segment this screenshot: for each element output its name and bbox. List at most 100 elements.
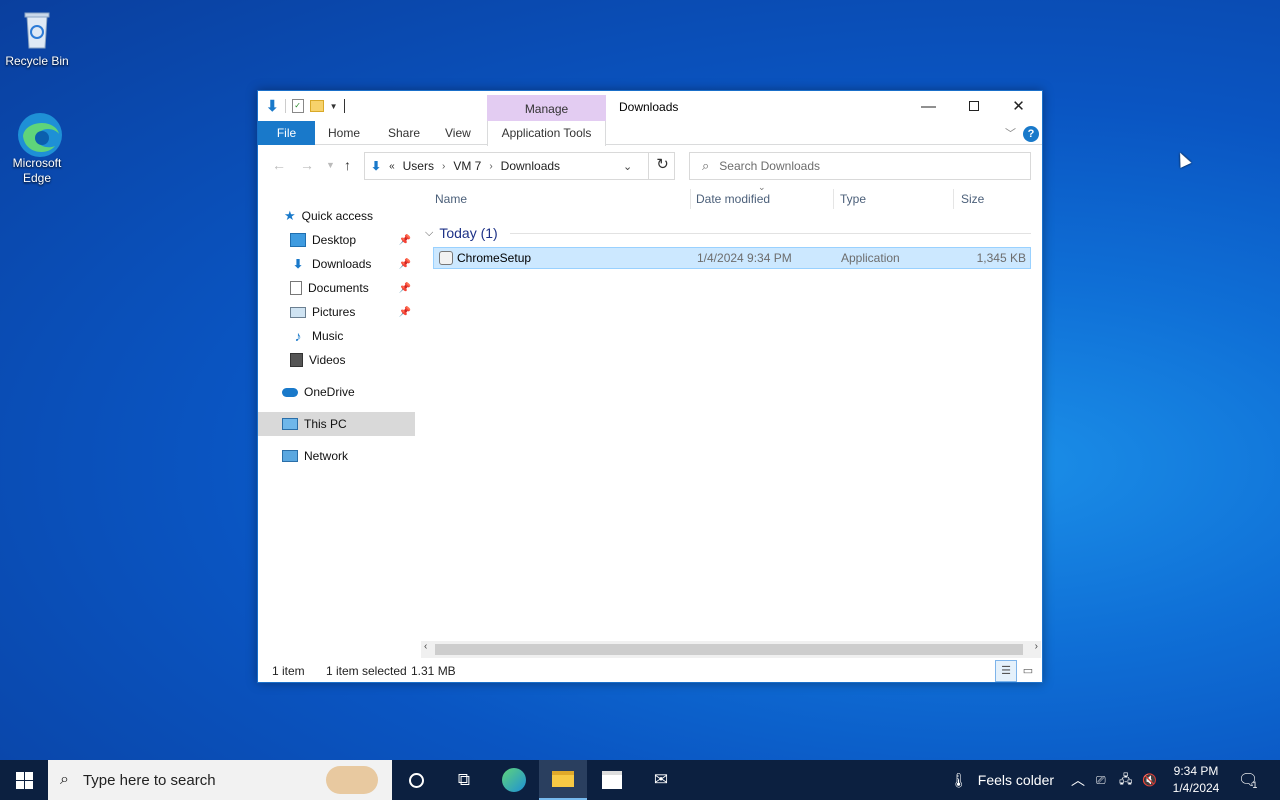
download-arrow-icon: ⬇ <box>266 98 279 115</box>
forward-arrow-icon[interactable]: → <box>300 157 314 173</box>
documents-folder-icon <box>290 281 302 295</box>
breadcrumb-separator-icon[interactable]: › <box>489 161 492 172</box>
nav-onedrive[interactable]: OneDrive <box>258 380 415 404</box>
customize-qat-icon[interactable]: ▼ <box>330 102 338 111</box>
tab-home[interactable]: Home <box>314 121 374 145</box>
refresh-icon: ↻ <box>656 156 669 173</box>
nav-item-documents[interactable]: Documents 📌 <box>258 276 415 300</box>
application-icon <box>439 251 453 265</box>
breadcrumb-vm7[interactable]: VM 7 <box>453 159 481 173</box>
tray-volume[interactable]: 🔇 <box>1142 760 1157 800</box>
large-icons-view-button[interactable]: ▭ <box>1017 660 1039 682</box>
search-box[interactable]: ⌕ Search Downloads <box>689 152 1031 180</box>
action-center-button[interactable]: 🗨 1 <box>1238 760 1258 800</box>
desktop-icon-edge[interactable]: Microsoft Edge <box>1 110 73 186</box>
weather-widget[interactable]: 🌡 Feels colder <box>950 760 1054 800</box>
desktop-icon-label: Recycle Bin <box>5 54 69 68</box>
taskbar-clock[interactable]: 9:34 PM 1/4/2024 <box>1166 763 1226 797</box>
task-view-button[interactable]: ⧉ <box>440 760 488 800</box>
breadcrumb-users[interactable]: Users <box>403 159 434 173</box>
recent-locations-icon[interactable]: ▼ <box>326 160 335 170</box>
column-header-size[interactable]: Size <box>961 184 984 214</box>
nav-this-pc[interactable]: This PC <box>258 412 415 436</box>
tab-share[interactable]: Share <box>374 121 434 145</box>
file-row-chromesetup[interactable]: ChromeSetup 1/4/2024 9:34 PM Application… <box>433 247 1031 269</box>
search-placeholder: Search Downloads <box>719 159 821 173</box>
star-icon: ★ <box>284 208 296 223</box>
weather-text: Feels colder <box>977 772 1055 788</box>
pin-icon: 📌 <box>398 234 411 246</box>
nav-label: OneDrive <box>304 385 355 399</box>
start-button[interactable] <box>0 760 48 800</box>
nav-item-music[interactable]: ♪ Music <box>258 324 415 348</box>
tray-meet-now[interactable]: ⎚ <box>1096 760 1106 800</box>
desktop-icon-recycle-bin[interactable]: Recycle Bin <box>1 8 73 69</box>
nav-quick-access[interactable]: ★ Quick access <box>258 204 415 228</box>
scroll-right-icon[interactable]: › <box>1035 641 1038 652</box>
breadcrumb-separator-icon[interactable]: › <box>442 161 445 172</box>
details-view-button[interactable]: ☰ <box>995 660 1017 682</box>
mouse-cursor <box>1174 150 1192 168</box>
search-icon: ⌕ <box>702 158 710 173</box>
tray-network[interactable]: 🖧 <box>1119 760 1132 800</box>
window-title: Downloads <box>619 100 679 114</box>
recycle-bin-icon <box>15 8 59 52</box>
address-dropdown-icon[interactable]: ⌄ <box>623 160 632 173</box>
address-bar[interactable]: ⬇ « Users › VM 7 › Downloads ⌄ <box>364 152 675 180</box>
nav-item-pictures[interactable]: Pictures 📌 <box>258 300 415 324</box>
nav-label: Downloads <box>312 257 372 271</box>
maximize-button[interactable] <box>951 91 996 121</box>
address-overflow[interactable]: « <box>389 161 395 172</box>
taskbar-file-explorer[interactable] <box>539 760 587 800</box>
taskbar-edge[interactable] <box>490 760 538 800</box>
column-header-type[interactable]: Type <box>840 184 866 214</box>
clock-date: 1/4/2024 <box>1172 781 1220 795</box>
cortana-circle-icon <box>408 772 424 788</box>
breadcrumb-downloads[interactable]: Downloads <box>501 159 560 173</box>
scroll-left-icon[interactable]: ‹ <box>424 641 427 652</box>
nav-network[interactable]: Network <box>258 444 415 468</box>
quick-access-toolbar: ⬇ ✓ ▼ <box>266 97 345 115</box>
close-button[interactable]: ✕ <box>996 91 1041 121</box>
desktop-icon-label: Microsoft Edge <box>12 156 62 185</box>
column-header-name[interactable]: Name <box>435 184 467 214</box>
windows-logo-icon <box>15 771 33 789</box>
expand-ribbon-icon[interactable]: ﹀ <box>1005 125 1016 141</box>
horizontal-scrollbar[interactable]: ‹ › <box>421 641 1041 658</box>
taskbar-search-placeholder: Type here to search <box>82 771 216 789</box>
taskbar-search-box[interactable]: ⌕ Type here to search <box>48 760 392 800</box>
videos-folder-icon <box>290 353 303 367</box>
music-folder-icon: ♪ <box>294 328 302 344</box>
taskbar-store[interactable] <box>588 760 636 800</box>
nav-item-desktop[interactable]: Desktop 📌 <box>258 228 415 252</box>
title-bar: ⬇ ✓ ▼ Manage Downloads — ✕ <box>258 91 1042 121</box>
group-header-today[interactable]: ⌵ Today (1) <box>425 224 1031 242</box>
clock-time: 9:34 PM <box>1173 764 1219 778</box>
tab-file[interactable]: File <box>258 121 315 145</box>
refresh-button[interactable]: ↻ <box>648 152 676 180</box>
search-icon: ⌕ <box>60 771 69 788</box>
minimize-button[interactable]: — <box>906 91 951 121</box>
meet-now-icon: ⎚ <box>1096 772 1106 787</box>
back-arrow-icon[interactable]: ← <box>272 157 286 173</box>
status-bar: 1 item 1 item selected 1.31 MB <box>258 659 1042 683</box>
column-header-date-modified[interactable]: Date modified <box>696 184 770 214</box>
help-icon[interactable]: ? <box>1023 126 1039 142</box>
cortana-button[interactable] <box>392 760 440 800</box>
file-type: Application <box>841 251 900 265</box>
up-arrow-icon[interactable]: ↑ <box>344 157 351 173</box>
minimize-icon: — <box>921 97 936 115</box>
status-item-count: 1 item <box>272 664 305 678</box>
tab-application-tools[interactable]: Application Tools <box>487 121 606 146</box>
nav-item-videos[interactable]: Videos <box>258 348 415 372</box>
properties-icon[interactable]: ✓ <box>291 99 304 113</box>
nav-item-downloads[interactable]: ⬇ Downloads 📌 <box>258 252 415 276</box>
tab-view[interactable]: View <box>431 121 485 145</box>
show-hidden-icons-button[interactable]: ︿ <box>1071 760 1085 800</box>
search-highlight-illustration-icon <box>326 766 378 794</box>
scrollbar-thumb[interactable] <box>435 644 1023 655</box>
taskbar-mail[interactable]: ✉ <box>637 760 685 800</box>
new-folder-icon[interactable] <box>309 100 324 112</box>
contextual-tab-manage: Manage <box>487 95 606 121</box>
file-list: Name ⌄ Date modified Type Size ⌵ Today (… <box>423 182 1035 634</box>
